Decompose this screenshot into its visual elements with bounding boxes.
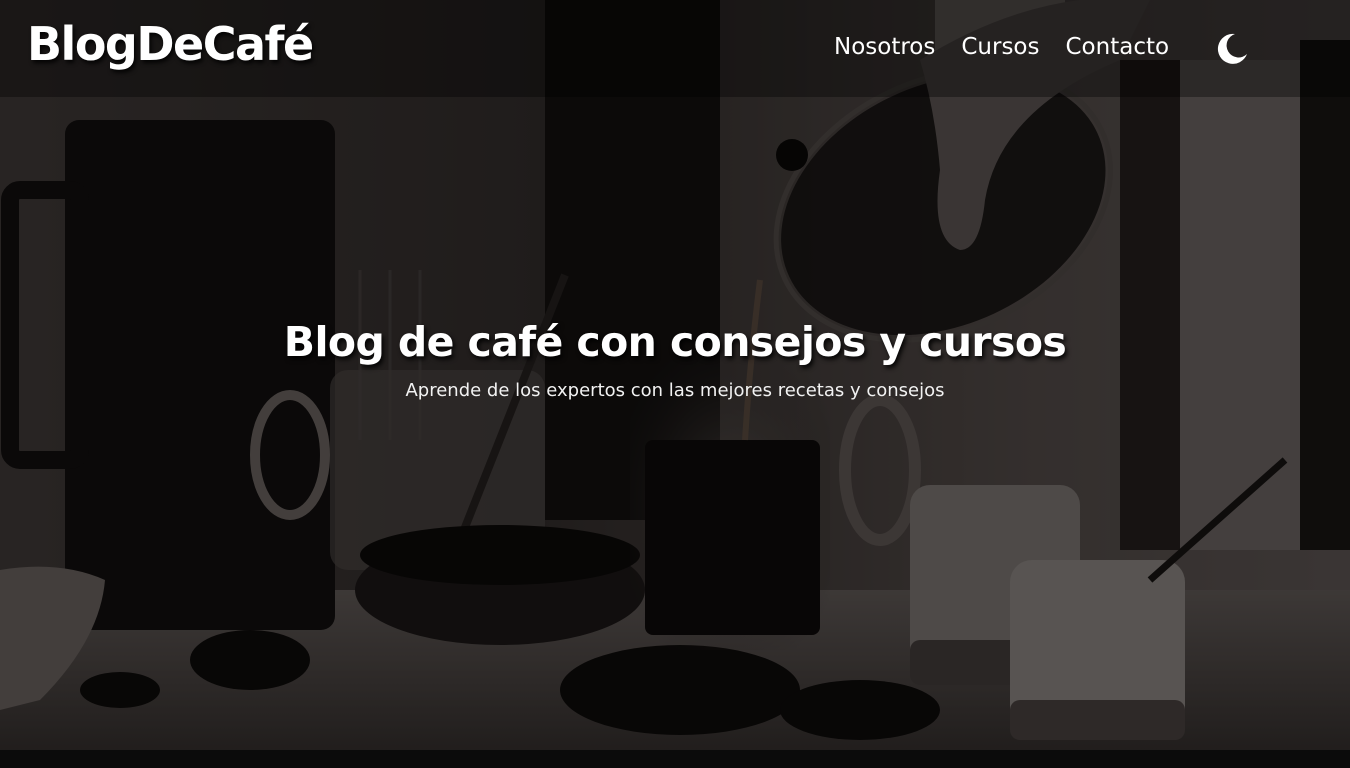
main-nav: Nosotros Cursos Contacto	[834, 34, 1169, 62]
nav-link-contacto[interactable]: Contacto	[1066, 34, 1170, 62]
nav-link-cursos[interactable]: Cursos	[961, 34, 1039, 62]
hero-subtitle: Aprende de los expertos con las mejores …	[405, 380, 945, 401]
hero-dark-overlay	[0, 0, 1350, 750]
hero-title: Blog de café con consejos y cursos	[283, 318, 1067, 366]
site-header: BlogDeCafé Nosotros Cursos Contacto	[0, 0, 1350, 97]
site-logo[interactable]: BlogDeCafé	[27, 19, 314, 70]
section-divider	[0, 750, 1350, 768]
hero-section: BlogDeCafé Nosotros Cursos Contacto Blog…	[0, 0, 1350, 750]
nav-link-nosotros[interactable]: Nosotros	[834, 34, 935, 62]
moon-icon[interactable]	[1214, 31, 1250, 67]
